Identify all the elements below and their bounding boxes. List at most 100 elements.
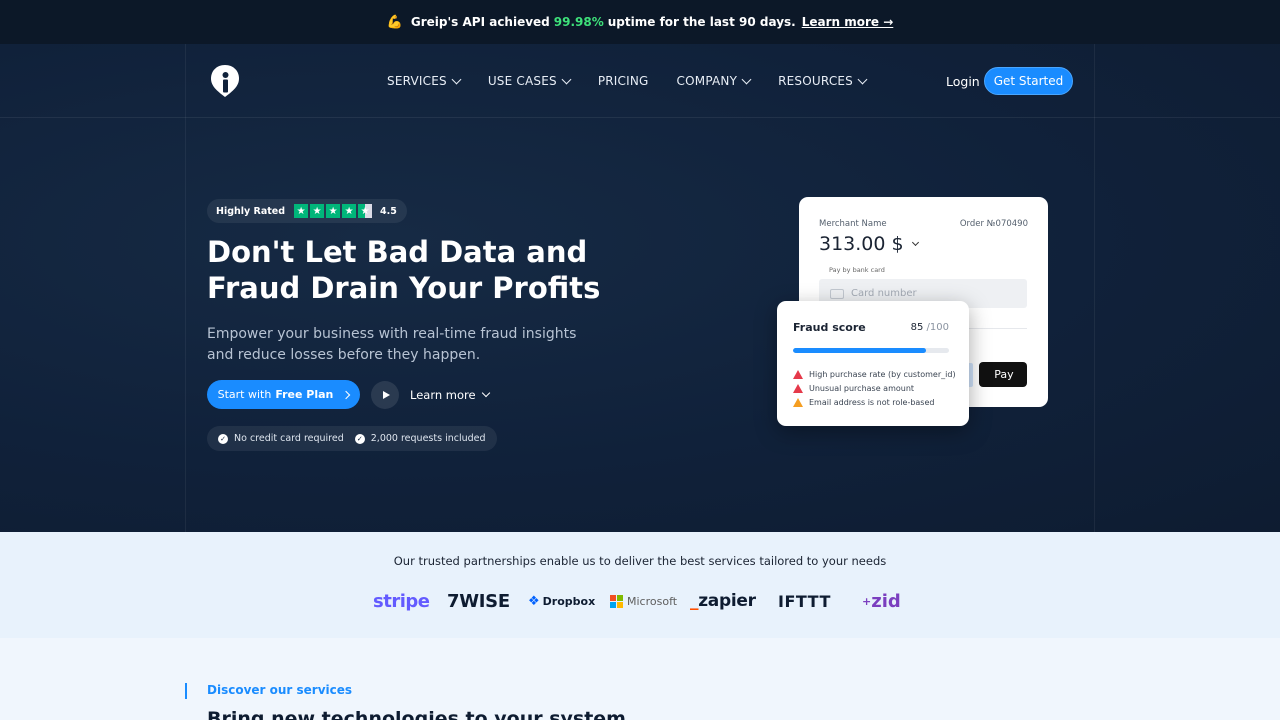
fraud-score-value: 85 /100 [911, 322, 949, 333]
apple-pay-button: Pay [979, 362, 1027, 387]
star-icon: ★ [342, 204, 357, 218]
fraud-score-title: Fraud score [793, 321, 866, 334]
star-icon: ★ [310, 204, 325, 218]
score-number: 85 [910, 322, 924, 333]
chevron-down-icon [911, 238, 919, 247]
announcement-bar: 💪 Greip's API achieved 99.98% uptime for… [0, 0, 1280, 44]
zid-logo: + zid [862, 586, 901, 616]
hero-subtitle: Empower your business with real-time fra… [207, 326, 577, 363]
chevron-down-icon [451, 74, 462, 84]
flag-text: Unusual purchase amount [809, 383, 915, 393]
warning-icon [793, 397, 803, 407]
headline-line-1: Don't Let Bad Data and [207, 235, 588, 269]
services-heading: Bring new technologies to your system [207, 708, 626, 720]
flag-text: Email address is not role-based [809, 397, 935, 407]
announcement-learn-more-link[interactable]: Learn more → [802, 15, 894, 29]
section-accent-bar [185, 683, 187, 699]
services-eyebrow: Discover our services [207, 683, 353, 697]
nav-company[interactable]: COMPANY [676, 74, 752, 88]
amount-value: 313.00 $ [819, 233, 904, 255]
microsoft-logo: Microsoft [610, 586, 677, 616]
nav-menu: SERVICES USE CASES PRICING COMPANY RESOU… [387, 74, 894, 88]
payment-amount: 313.00 $ [819, 233, 919, 255]
nav-services[interactable]: SERVICES [387, 74, 462, 88]
merchant-name: Merchant Name [819, 219, 887, 229]
nav-pricing[interactable]: PRICING [598, 74, 649, 88]
dropbox-label: Dropbox [542, 594, 596, 608]
benefit-requests-included: 2,000 requests included [370, 433, 486, 444]
nav-use-cases-label: USE CASES [487, 74, 557, 88]
flexed-biceps-icon: 💪 [386, 14, 403, 30]
cta-prefix: Start with [217, 388, 272, 401]
rating-label: Highly Rated [216, 205, 286, 217]
partner-logos: stripe 7WISE ❖ Dropbox Microsoft _ zapier … [0, 586, 1280, 616]
microsoft-label: Microsoft [627, 594, 678, 608]
rating-value: 4.5 [380, 205, 397, 217]
nav-use-cases[interactable]: USE CASES [487, 74, 572, 88]
greip-logo-icon[interactable] [209, 63, 241, 99]
warning-icon [793, 369, 803, 379]
headline-line-2: Fraud Drain Your Profits [207, 271, 601, 305]
chevron-down-icon [561, 74, 572, 84]
cta-bold: Free Plan [275, 388, 334, 401]
rating-stars: ★ ★ ★ ★ ★ [294, 204, 373, 218]
score-max: /100 [926, 322, 949, 333]
nav-services-label: SERVICES [387, 74, 447, 88]
fraud-score-bar-fill [793, 348, 926, 353]
check-icon: ✓ [218, 433, 228, 444]
star-icon: ★ [326, 204, 341, 218]
fraud-flag: Unusual purchase amount [793, 381, 956, 395]
partners-section: Our trusted partnerships enable us to de… [0, 532, 1280, 638]
chevron-down-icon [481, 388, 490, 398]
services-section: Discover our services Bring new technolo… [0, 638, 1280, 720]
ifttt-logo: IFTTT [778, 591, 831, 611]
benefit-no-credit-card: No credit card required [234, 433, 344, 444]
fraud-score-card: Fraud score 85 /100 High purchase rate (… [777, 301, 969, 426]
main-nav: SERVICES USE CASES PRICING COMPANY RESOU… [0, 44, 1280, 118]
fraud-score-bar [793, 348, 949, 353]
wise-logo: 7WISE [447, 590, 510, 612]
rating-badge: Highly Rated ★ ★ ★ ★ ★ 4.5 [207, 199, 407, 223]
order-number: Order №070490 [959, 219, 1028, 229]
get-started-button[interactable]: Get Started [984, 67, 1073, 95]
nav-resources-label: RESOURCES [778, 74, 853, 88]
zapier-label: zapier [698, 591, 756, 611]
uptime-value: 99.98% [553, 15, 604, 29]
apple-pay-label: Pay [994, 368, 1014, 381]
hero-benefits: ✓ No credit card required ✓ 2,000 reques… [207, 426, 497, 451]
zapier-logo: _ zapier [690, 586, 756, 616]
chevron-right-icon [342, 390, 351, 399]
play-icon [382, 391, 390, 399]
nav-company-label: COMPANY [676, 74, 738, 88]
half-star-icon: ★ [358, 204, 373, 218]
check-icon: ✓ [354, 433, 365, 444]
divider [969, 328, 1027, 329]
fraud-flag: Email address is not role-based [793, 395, 956, 409]
learn-more-dropdown[interactable]: Learn more [410, 388, 490, 402]
nav-pricing-label: PRICING [597, 74, 649, 88]
star-icon: ★ [294, 204, 309, 218]
announcement-suffix: uptime for the last 90 days. [607, 15, 796, 29]
play-video-button[interactable] [371, 381, 399, 409]
card-number-placeholder: Card number [851, 288, 917, 299]
login-link[interactable]: Login [946, 74, 980, 89]
warning-icon [793, 383, 803, 393]
chevron-down-icon [857, 74, 868, 84]
nav-resources[interactable]: RESOURCES [778, 74, 868, 88]
pay-by-card-label: Pay by bank card [829, 266, 885, 274]
fraud-flags: High purchase rate (by customer_id) Unus… [793, 367, 956, 409]
zid-label: zid [871, 590, 901, 612]
zid-plus: + [862, 594, 872, 608]
learn-more-label: Learn more [410, 388, 476, 402]
start-free-plan-button[interactable]: Start with Free Plan [207, 380, 360, 409]
chevron-down-icon [741, 74, 752, 84]
credit-card-icon [830, 288, 844, 299]
dropbox-icon: ❖ [528, 593, 540, 609]
microsoft-icon [610, 594, 623, 608]
hero-headline: Don't Let Bad Data and Fraud Drain Your … [207, 234, 627, 306]
zapier-mark: _ [690, 591, 699, 611]
stripe-logo: stripe [373, 590, 430, 612]
partners-tagline: Our trusted partnerships enable us to de… [393, 554, 887, 568]
announcement-prefix: Greip's API achieved [410, 15, 550, 29]
flag-text: High purchase rate (by customer_id) [809, 369, 956, 379]
